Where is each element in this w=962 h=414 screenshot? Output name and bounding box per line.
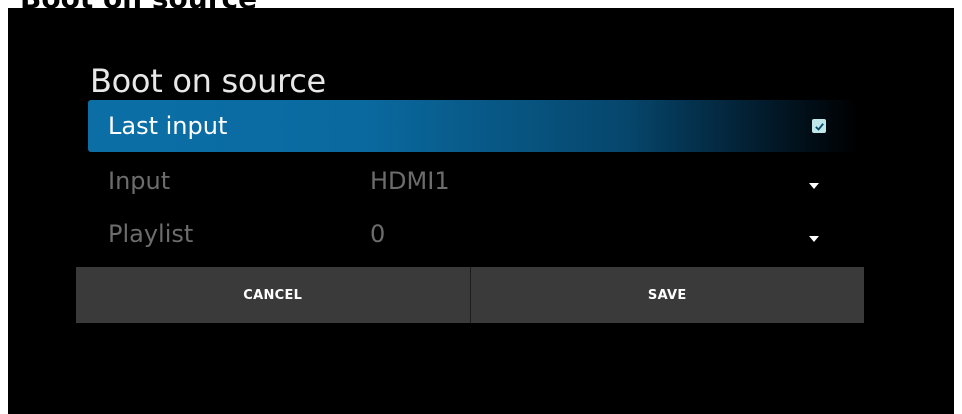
playlist-label: Playlist	[108, 220, 194, 248]
input-dropdown-icon[interactable]	[808, 175, 820, 189]
playlist-value: 0	[370, 220, 386, 248]
cancel-button[interactable]: CANCEL	[76, 267, 471, 323]
input-value: HDMI1	[370, 167, 450, 195]
playlist-row[interactable]: Playlist 0	[88, 208, 858, 260]
input-row[interactable]: Input HDMI1	[88, 155, 858, 207]
dialog-title: Boot on source	[90, 62, 326, 100]
save-button[interactable]: SAVE	[470, 267, 864, 323]
dialog-screen: Boot on source Last input Input HDMI1 Pl…	[8, 8, 954, 414]
last-input-row[interactable]: Last input	[88, 100, 858, 152]
playlist-dropdown-icon[interactable]	[808, 228, 820, 242]
input-label: Input	[108, 167, 171, 195]
dialog-button-bar: CANCEL SAVE	[76, 267, 864, 323]
last-input-label: Last input	[108, 112, 228, 140]
last-input-checkbox[interactable]	[812, 119, 826, 133]
checkmark-icon	[814, 122, 824, 131]
